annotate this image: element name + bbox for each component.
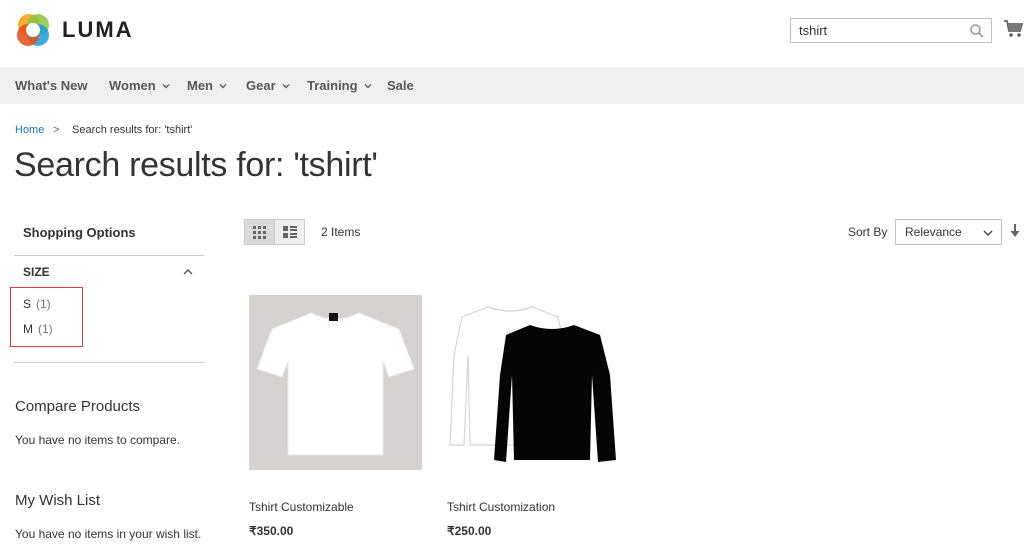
size-option-s[interactable]: S (1) <box>23 297 51 311</box>
nav-label: Women <box>109 78 156 93</box>
nav-item-whats-new[interactable]: What's New <box>15 67 87 104</box>
chevron-down-icon <box>282 83 290 88</box>
wishlist-empty-text: You have no items in your wish list. <box>15 527 202 541</box>
item-count: 2 Items <box>321 225 361 239</box>
shopping-options-heading: Shopping Options <box>23 225 136 240</box>
grid-icon <box>252 225 266 239</box>
grid-view-button[interactable] <box>244 219 275 245</box>
list-icon <box>282 225 297 238</box>
breadcrumb-separator: > <box>53 124 60 136</box>
product-price: ₹350.00 <box>249 524 294 538</box>
size-option-m[interactable]: M (1) <box>23 322 53 336</box>
chevron-down-icon <box>364 83 372 88</box>
product-price: ₹250.00 <box>447 524 492 538</box>
sort-value: Relevance <box>905 225 962 239</box>
wishlist-heading: My Wish List <box>15 492 101 509</box>
main-navigation: What's New Women Men Gear Training Sale <box>0 67 1024 104</box>
chevron-up-icon[interactable] <box>183 267 193 277</box>
chevron-down-icon <box>162 83 170 88</box>
nav-label: Training <box>307 78 358 93</box>
nav-label: What's New <box>15 78 88 93</box>
luma-logo[interactable]: LUMA <box>15 11 137 49</box>
sort-select[interactable]: Relevance <box>895 219 1002 245</box>
list-view-button[interactable] <box>274 219 305 245</box>
filter-label: S <box>23 297 32 311</box>
nav-item-sale[interactable]: Sale <box>387 67 414 104</box>
filter-count: (1) <box>38 322 53 336</box>
nav-label: Sale <box>387 78 414 93</box>
brand-name: LUMA <box>62 17 134 42</box>
search-input[interactable] <box>791 19 977 42</box>
nav-item-training[interactable]: Training <box>307 67 372 104</box>
page-title: Search results for: 'tshirt' <box>14 146 378 184</box>
longsleeve-tshirts-image <box>449 306 616 462</box>
product-name[interactable]: Tshirt Customization <box>447 500 555 514</box>
divider <box>14 255 204 256</box>
product-image[interactable] <box>249 295 422 470</box>
size-filter-title[interactable]: SIZE <box>23 265 50 279</box>
nav-item-women[interactable]: Women <box>109 67 170 104</box>
sort-direction-icon[interactable] <box>1009 224 1021 238</box>
filter-count: (1) <box>36 297 51 311</box>
search-icon[interactable] <box>969 23 985 39</box>
nav-label: Gear <box>246 78 276 93</box>
white-tshirt-image <box>256 312 415 456</box>
compare-products-heading: Compare Products <box>15 398 141 415</box>
luma-logo-icon <box>17 14 49 46</box>
sort-by-label: Sort By <box>848 225 888 239</box>
breadcrumb-current: Search results for: 'tshirt' <box>72 124 193 136</box>
highlight-box <box>10 287 83 347</box>
search-box <box>790 18 992 43</box>
compare-empty-text: You have no items to compare. <box>15 433 180 447</box>
product-name[interactable]: Tshirt Customizable <box>249 500 354 514</box>
product-image[interactable] <box>448 295 621 470</box>
nav-label: Men <box>187 78 213 93</box>
nav-item-men[interactable]: Men <box>187 67 227 104</box>
nav-item-gear[interactable]: Gear <box>246 67 290 104</box>
cart-icon[interactable] <box>1003 19 1024 39</box>
breadcrumb-home[interactable]: Home <box>15 124 44 136</box>
filter-label: M <box>23 322 33 336</box>
chevron-down-icon <box>219 83 227 88</box>
divider <box>14 362 204 363</box>
chevron-down-icon <box>983 230 993 236</box>
